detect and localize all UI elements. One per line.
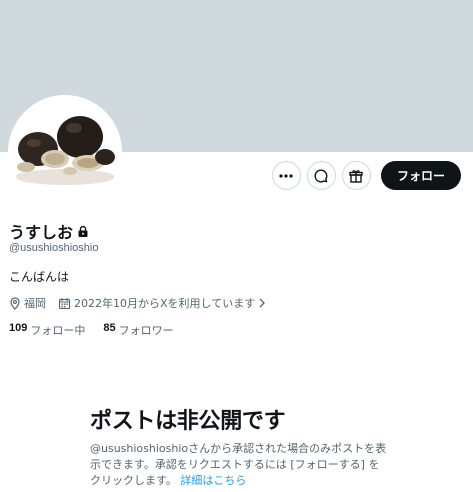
location-text: 福岡 [24,297,46,310]
user-handle: @usushioshioshio [9,242,99,254]
bio: こんばんは [9,270,70,284]
followers-link[interactable]: 85 フォロワー [103,322,173,338]
calendar-icon [58,297,71,309]
profile-page: フォロー うすしお @usushioshioshio こんばんは 福岡 2022… [0,0,473,492]
subscribe-button[interactable] [341,161,371,190]
truffle-image [10,97,120,207]
location: 福岡 [9,295,46,311]
avatar[interactable] [8,95,122,209]
more-horizontal-icon [279,173,294,178]
follow-button[interactable]: フォロー [380,161,461,190]
lock-icon[interactable] [77,225,89,238]
following-link[interactable]: 109 フォロー中 [9,322,85,338]
profile-meta: 福岡 2022年10月からXを利用しています [9,295,266,311]
message-button[interactable] [306,161,336,190]
following-count: 109 [9,322,28,334]
following-label: フォロー中 [30,324,86,337]
followers-label: フォロワー [118,324,174,337]
gift-icon [349,169,364,183]
followers-count: 85 [103,322,116,334]
joined-date[interactable]: 2022年10月からXを利用しています [58,295,266,311]
display-name: うすしお [9,223,74,242]
follow-stats: 109 フォロー中 85 フォロワー [9,322,174,338]
profile-actions: フォロー [271,161,461,190]
learn-more-link[interactable]: 詳細はこちら [180,474,246,487]
more-button[interactable] [271,161,301,190]
chevron-right-icon [259,298,266,308]
name-row: うすしお [9,219,89,243]
location-pin-icon [10,296,20,310]
message-bubble-icon [314,168,328,182]
protected-posts-title: ポストは非公開です [90,409,286,434]
protected-posts-description: @usushioshioshioさんから承認された場合のみポストを表示できます。… [90,441,390,489]
joined-text: 2022年10月からXを利用しています [74,297,256,310]
